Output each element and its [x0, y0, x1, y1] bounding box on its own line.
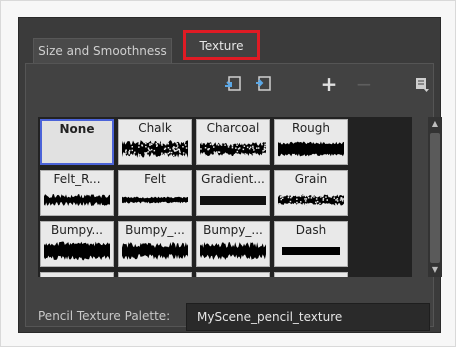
texture-swatch[interactable]: Bumpy_...: [196, 221, 270, 267]
scrollbar-thumb[interactable]: [430, 133, 440, 263]
texture-swatch-label: None: [59, 122, 95, 136]
texture-stroke-preview: [122, 196, 188, 204]
texture-scrollbar[interactable]: ▲ ▼: [428, 117, 442, 277]
import-texture-icon-graphic: [225, 76, 241, 91]
texture-stroke-preview: [278, 141, 344, 157]
remove-texture-button[interactable]: −: [353, 72, 375, 96]
texture-swatch-label: Gradient...: [201, 172, 265, 186]
texture-swatch[interactable]: Grain: [274, 170, 348, 216]
texture-swatch[interactable]: Bumpy...: [40, 221, 114, 267]
texture-toolbar: + −: [26, 64, 433, 104]
texture-stroke-preview: [122, 242, 188, 260]
texture-swatch[interactable]: Gradient...: [196, 170, 270, 216]
texture-swatch[interactable]: Rough: [274, 119, 348, 165]
texture-swatch-label: Bumpy_...: [203, 223, 263, 237]
texture-stroke-preview: [45, 139, 111, 161]
palette-label: Pencil Texture Palette:: [38, 309, 171, 323]
texture-swatch[interactable]: Bumpy_...: [118, 221, 192, 267]
texture-tab-content: + − None Chalk Charcoal Rough Felt_R... Felt G…: [25, 63, 442, 331]
tab-bar: Size and Smoothness Texture: [19, 18, 440, 63]
tab-size-and-smoothness[interactable]: Size and Smoothness: [33, 38, 172, 63]
texture-swatch[interactable]: None: [40, 119, 114, 165]
export-texture-icon-graphic: [256, 76, 271, 91]
window-frame: Size and Smoothness Texture + − None Cha…: [0, 0, 456, 347]
texture-stroke-preview: [200, 196, 266, 205]
texture-swatch-label: Dash: [295, 223, 327, 237]
tab-texture[interactable]: Texture: [183, 30, 260, 60]
texture-swatch-label: Bumpy...: [51, 223, 103, 237]
texture-swatch[interactable]: Felt_R...: [40, 170, 114, 216]
texture-stroke-preview: [278, 193, 344, 209]
texture-swatch[interactable]: [40, 272, 114, 277]
texture-swatch[interactable]: Dash: [274, 221, 348, 267]
texture-swatch[interactable]: Chalk: [118, 119, 192, 165]
texture-swatch[interactable]: [274, 272, 348, 277]
scroll-down-arrow-icon[interactable]: ▼: [428, 263, 442, 277]
texture-swatch[interactable]: [196, 272, 270, 277]
texture-stroke-preview: [200, 242, 266, 260]
texture-palette-row: Pencil Texture Palette: MyScene_pencil_t…: [38, 303, 430, 331]
texture-swatch-label: Charcoal: [206, 121, 260, 135]
menu-icon[interactable]: [411, 73, 433, 95]
texture-stroke-preview: [44, 194, 110, 206]
texture-swatch-label: Felt_R...: [53, 172, 101, 186]
texture-swatch[interactable]: [118, 272, 192, 277]
scroll-up-arrow-icon[interactable]: ▲: [428, 117, 442, 131]
texture-swatch[interactable]: Charcoal: [196, 119, 270, 165]
texture-swatch-label: Bumpy_...: [125, 223, 185, 237]
texture-stroke-preview: [282, 247, 340, 255]
texture-swatch-label: Felt: [144, 172, 166, 186]
texture-stroke-preview: [44, 241, 110, 261]
texture-swatch-label: Grain: [294, 172, 328, 186]
export-texture-icon[interactable]: [252, 73, 274, 95]
texture-grid: None Chalk Charcoal Rough Felt_R... Felt Gradi…: [38, 117, 412, 277]
texture-swatch-label: Rough: [292, 121, 330, 135]
add-texture-button[interactable]: +: [318, 72, 340, 96]
import-texture-icon[interactable]: [222, 73, 244, 95]
texture-swatch-label: Chalk: [138, 121, 172, 135]
pencil-properties-panel: Size and Smoothness Texture + − None Cha…: [18, 17, 442, 333]
texture-stroke-preview: [200, 142, 266, 158]
menu-icon-graphic: [416, 78, 429, 92]
texture-swatch[interactable]: Felt: [118, 170, 192, 216]
palette-name-field[interactable]: MyScene_pencil_texture: [186, 303, 430, 331]
texture-stroke-preview: [122, 140, 188, 158]
